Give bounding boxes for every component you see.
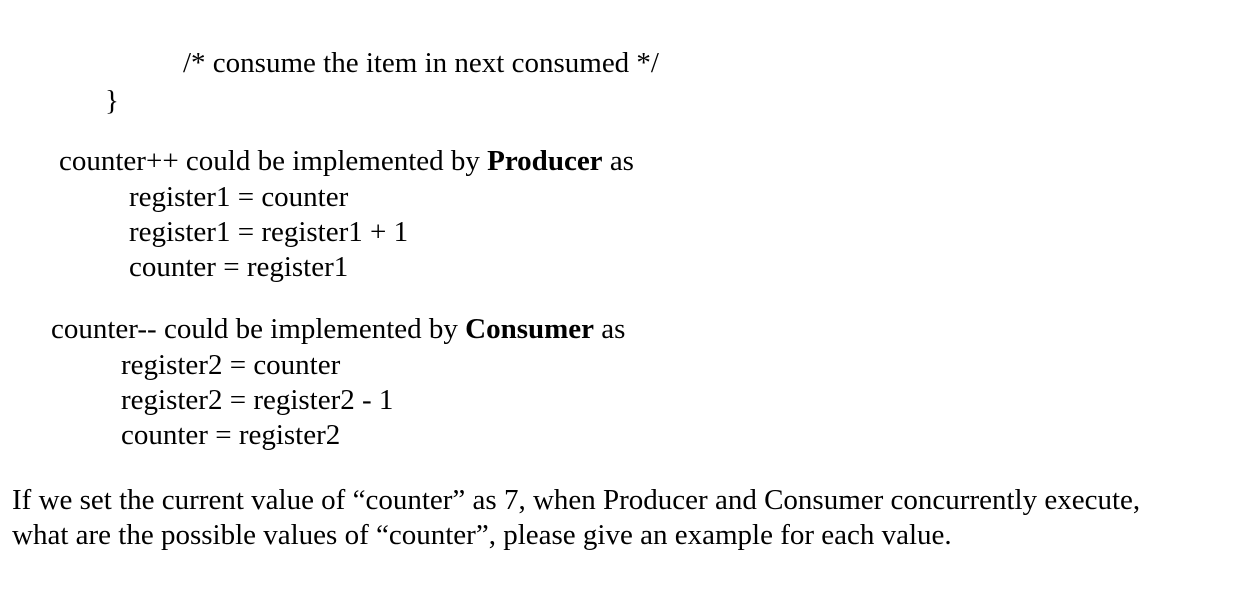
consumer-intro-prefix: counter-- could be implemented by (51, 313, 466, 345)
producer-intro: counter++ could be implemented by Produc… (59, 147, 634, 176)
consumer-code-line: register2 = counter (121, 349, 341, 381)
consumer-code-line: register2 = register2 - 1 (121, 384, 394, 416)
producer-code-line: counter = register1 (129, 251, 349, 283)
producer-intro-suffix: as (602, 145, 634, 177)
producer-code-line: register1 = register1 + 1 (129, 216, 409, 248)
consumer-role: Consumer (465, 313, 595, 345)
consumer-code-line: counter = register2 (121, 419, 341, 451)
producer-role: Producer (487, 145, 603, 177)
consumer-intro-suffix: as (594, 313, 626, 345)
question-paragraph: If we set the current value of “counter”… (12, 483, 1140, 553)
question-line: what are the possible values of “counter… (12, 519, 952, 551)
producer-code-line: register1 = counter (129, 181, 349, 213)
consumer-intro: counter-- could be implemented by Consum… (51, 315, 625, 344)
producer-intro-prefix: counter++ could be implemented by (59, 145, 488, 177)
question-line: If we set the current value of “counter”… (12, 484, 1141, 516)
closing-brace: } (105, 85, 119, 117)
code-comment: /* consume the item in next consumed */ (183, 47, 659, 79)
